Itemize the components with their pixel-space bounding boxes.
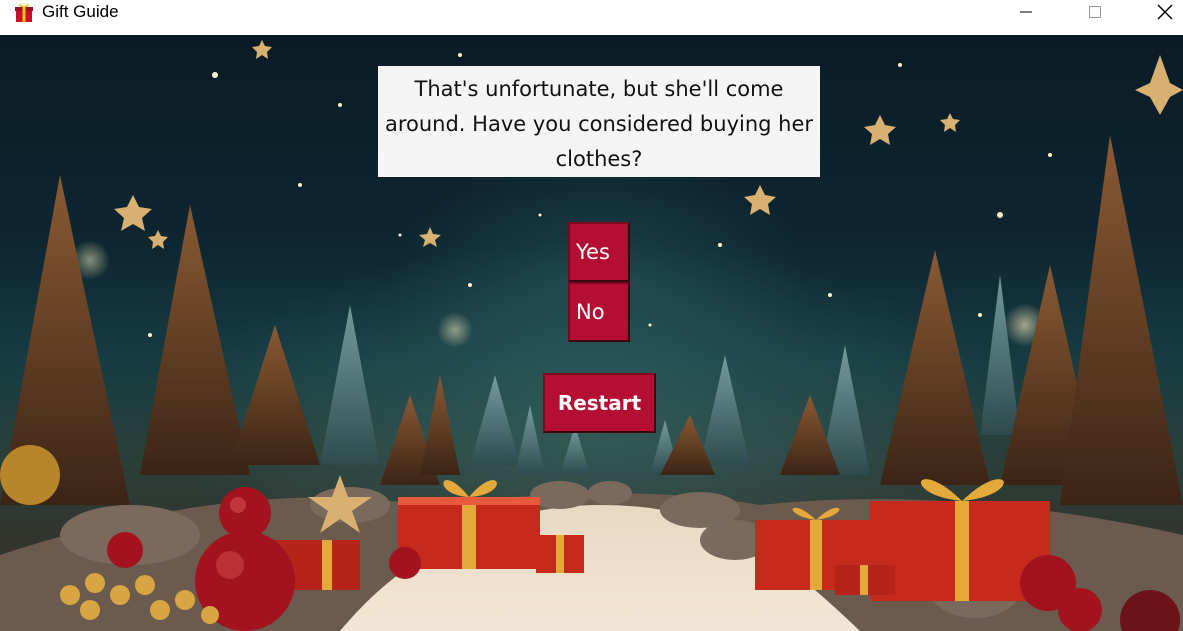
- close-button[interactable]: [1142, 0, 1183, 24]
- title-bar: Gift Guide: [0, 0, 1183, 35]
- gift-icon: [13, 1, 35, 23]
- maximize-button[interactable]: [1072, 0, 1118, 24]
- christmas-background: That's unfortunate, but she'll come arou…: [0, 35, 1183, 631]
- no-button[interactable]: No: [568, 282, 630, 342]
- restart-button[interactable]: Restart: [543, 373, 656, 433]
- minimize-icon: [1020, 11, 1032, 13]
- yes-button[interactable]: Yes: [568, 222, 630, 282]
- minimize-button[interactable]: [1003, 0, 1049, 24]
- question-text: That's unfortunate, but she'll come arou…: [378, 66, 820, 177]
- maximize-icon: [1089, 6, 1101, 18]
- close-icon: [1157, 4, 1173, 20]
- window-title: Gift Guide: [42, 2, 119, 21]
